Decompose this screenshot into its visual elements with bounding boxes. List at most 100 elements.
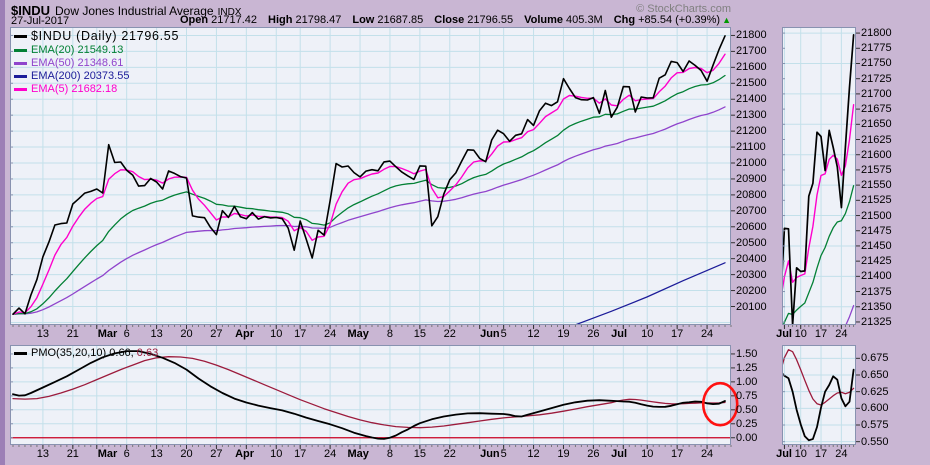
x-axis-label: 5 <box>500 448 507 460</box>
y-axis-label: 21700 <box>736 45 767 58</box>
x-axis-label: 24 <box>700 448 714 460</box>
y-axis-label: 20400 <box>736 252 767 265</box>
quote-item-chg: Chg +85.54 (+0.39%) ▲ <box>613 14 731 26</box>
legend-swatch <box>14 61 27 65</box>
x-axis-label: 8 <box>386 328 393 340</box>
legend-row: EMA(200) 20373.55 <box>14 70 179 83</box>
x-axis-label: 13 <box>150 448 163 460</box>
y-axis-label: 0.50 <box>736 403 758 416</box>
legend-swatch <box>14 74 27 78</box>
y-axis-label: 20100 <box>736 300 767 313</box>
x-axis-label: 10 <box>641 448 654 460</box>
pmo-main-canvas <box>10 345 739 449</box>
legend-pmo: PMO(35,20,10) 0.66, 0.63 <box>14 347 158 360</box>
y-axis-label: 21450 <box>861 239 892 252</box>
x-axis-label: Apr <box>235 448 255 460</box>
y-axis-label: 21475 <box>861 224 892 237</box>
y-axis-label: 0.75 <box>736 389 758 402</box>
y-axis-label: 0.00 <box>736 431 758 444</box>
y-axis-label: 21650 <box>861 118 892 131</box>
y-axis-label: 21000 <box>736 157 767 169</box>
y-axis-label: 1.25 <box>736 361 758 374</box>
x-axis-label: 22 <box>443 448 456 460</box>
y-axis-label: 21300 <box>736 109 767 122</box>
y-axis-label: 21375 <box>861 285 892 298</box>
change-up-icon: ▲ <box>722 15 731 25</box>
y-axis-label: 21525 <box>861 194 892 207</box>
y-axis-label: 0.625 <box>861 385 889 398</box>
pmo-legend-label: PMO(35,20,10) <box>31 347 110 359</box>
legend-label: EMA(5) 21682.18 <box>31 83 118 95</box>
y-axis-label: 21325 <box>861 315 892 328</box>
legend-label: EMA(50) 21348.61 <box>31 57 124 69</box>
y-axis-label: 20700 <box>736 204 767 217</box>
x-axis-label: 24 <box>835 448 848 460</box>
y-axis-label: 21600 <box>861 148 892 161</box>
legend-swatch <box>14 351 27 355</box>
x-axis-label: 20 <box>180 448 193 460</box>
x-axis-label: 22 <box>443 328 456 340</box>
legend-row: EMA(50) 21348.61 <box>14 57 179 70</box>
x-axis-label: 12 <box>527 328 540 340</box>
y-axis-label: 0.550 <box>861 435 889 448</box>
x-axis-label: 12 <box>527 448 540 460</box>
quote-strip: Open 21717.42 High 21798.47 Low 21687.85 Close… <box>180 14 731 26</box>
quote-item-low: Low 21687.85 <box>352 14 424 26</box>
x-axis-label: 17 <box>671 328 684 340</box>
x-axis-label: 19 <box>557 448 570 460</box>
x-axis-label: 6 <box>123 448 130 460</box>
y-axis-label: 20800 <box>736 188 767 201</box>
y-axis-label: 21675 <box>861 103 892 116</box>
x-axis-label: 13 <box>36 448 50 460</box>
x-axis-label: 20 <box>180 328 193 340</box>
legend-main: $INDU (Daily) 21796.55 EMA(20) 21549.13 EM… <box>14 29 179 96</box>
x-axis-label: 10 <box>641 328 654 340</box>
y-axis-label: 21350 <box>861 300 892 313</box>
x-axis-label: 13 <box>36 328 50 340</box>
legend-row: EMA(20) 21549.13 <box>14 44 179 57</box>
y-axis-label: 1.00 <box>736 375 758 388</box>
y-axis-label: 20200 <box>736 284 767 297</box>
y-axis-label: 21600 <box>736 61 767 74</box>
window-edge-stripe <box>0 0 5 465</box>
y-axis-label: 20600 <box>736 220 767 233</box>
y-axis-label: 21400 <box>861 270 892 283</box>
legend-swatch <box>14 35 27 39</box>
y-axis-label: 21550 <box>861 179 892 192</box>
y-axis-label: 21700 <box>861 87 892 100</box>
legend-label: EMA(20) 21549.13 <box>31 44 124 56</box>
y-axis-label: 20500 <box>736 236 767 249</box>
x-axis-label: 17 <box>671 448 684 460</box>
y-axis-label: 0.25 <box>736 417 758 430</box>
pmo-legend-value: 0.66, <box>109 347 137 359</box>
x-axis-label: 19 <box>557 328 570 340</box>
y-axis-label: 21500 <box>861 209 892 222</box>
x-axis-label: 8 <box>386 448 393 460</box>
y-axis-label: 0.650 <box>861 369 889 381</box>
x-axis-label: 21 <box>66 448 79 460</box>
y-axis-label: 21725 <box>861 72 892 85</box>
quote-item-open: Open 21717.42 <box>180 14 258 26</box>
x-axis-label: 17 <box>294 448 307 460</box>
legend-row: $INDU (Daily) 21796.55 <box>14 29 179 44</box>
quote-item-high: High 21798.47 <box>268 14 342 26</box>
quote-item-close: Close 21796.55 <box>434 14 514 26</box>
x-axis-label: 15 <box>413 328 426 340</box>
y-axis-label: 21625 <box>861 133 892 146</box>
x-axis-label: 5 <box>500 328 507 340</box>
y-axis-label: 21775 <box>861 42 892 55</box>
y-axis-label: 21100 <box>736 141 766 154</box>
y-axis-label: 21800 <box>861 27 892 40</box>
y-axis-label: 21425 <box>861 255 892 268</box>
y-axis-label: 21200 <box>736 125 767 138</box>
y-axis-label: 21500 <box>736 77 767 90</box>
y-axis-label: 21800 <box>736 29 767 42</box>
y-axis-label: 20900 <box>736 172 767 185</box>
y-axis-label: 0.600 <box>861 402 889 415</box>
x-axis-label: May <box>347 328 369 340</box>
chart-date: 27-Jul-2017 <box>11 15 70 27</box>
x-axis-label: May <box>347 448 369 460</box>
legend-label: $INDU (Daily) 21796.55 <box>31 29 180 43</box>
y-axis-label: 21750 <box>861 57 892 70</box>
legend-row: EMA(5) 21682.18 <box>14 83 179 96</box>
